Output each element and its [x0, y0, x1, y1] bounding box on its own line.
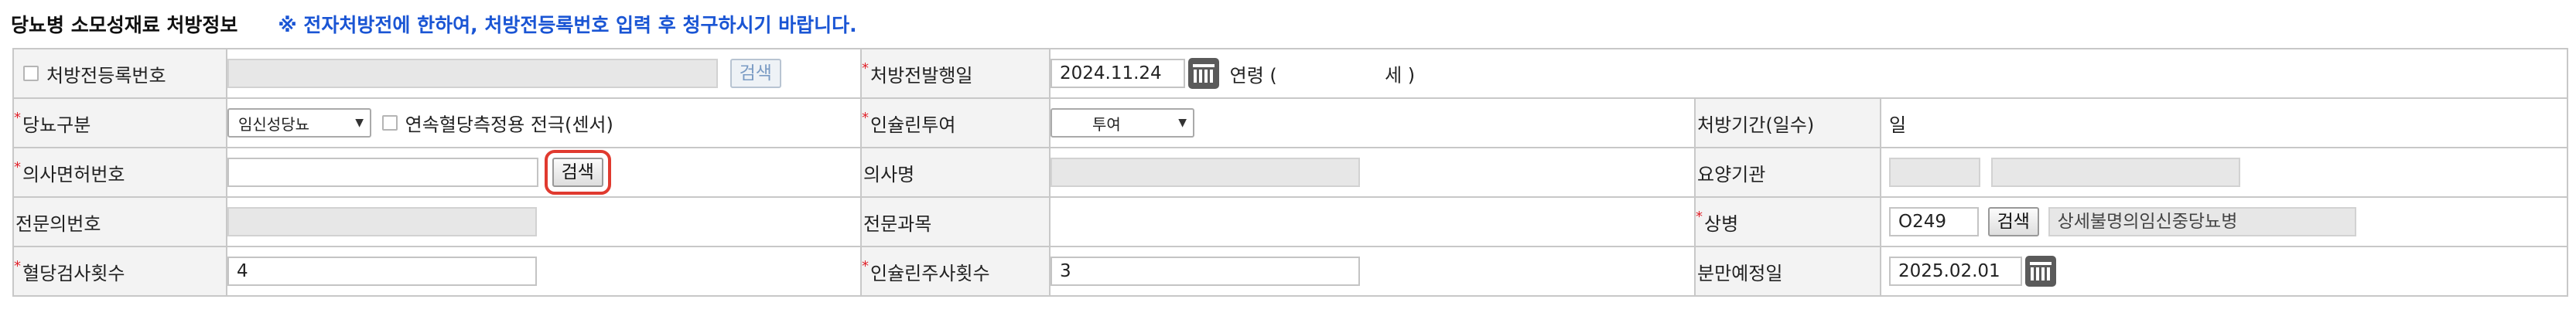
- required-mark: *: [862, 109, 869, 126]
- license-input[interactable]: [228, 158, 538, 187]
- institution-code-input: [1889, 158, 1980, 187]
- issue-date-label: 처방전발행일: [870, 64, 973, 87]
- chevron-down-icon: ▼: [355, 117, 364, 129]
- calendar-icon[interactable]: [2025, 256, 2056, 287]
- period-value-cell: 일: [1880, 97, 2568, 148]
- disease-label-cell: *상병: [1694, 196, 1881, 247]
- insulin-select[interactable]: 투여 ▼: [1051, 108, 1194, 138]
- insulin-label: 인슐린투여: [870, 114, 956, 136]
- diabetes-type-value-cell: 임신성당뇨 ▼ 연속혈당측정용 전극(센서): [226, 97, 862, 148]
- calendar-icon[interactable]: [1188, 58, 1219, 89]
- diabetes-type-select[interactable]: 임신성당뇨 ▼: [228, 108, 371, 138]
- issue-date-label-cell: *처방전발행일: [860, 48, 1051, 99]
- specialist-no-label-cell: 전문의번호: [12, 196, 227, 247]
- reg-no-input[interactable]: [228, 59, 718, 88]
- required-mark: *: [1696, 208, 1703, 225]
- disease-code-input[interactable]: O249: [1889, 207, 1979, 236]
- cgm-checkbox[interactable]: [381, 115, 398, 131]
- required-mark: *: [14, 257, 21, 274]
- period-unit: 일: [1889, 114, 1907, 136]
- license-value-cell: 검색: [226, 147, 862, 198]
- required-mark: *: [862, 60, 869, 76]
- diabetes-type-label-cell: *당뇨구분: [12, 97, 227, 148]
- institution-label-cell: 요양기관: [1694, 147, 1881, 198]
- specialty-value-cell: [1049, 196, 1696, 247]
- glucose-test-value-cell: 4: [226, 246, 862, 297]
- period-label-cell: 처방기간(일수): [1694, 97, 1881, 148]
- specialist-no-input: [228, 207, 537, 236]
- age-input[interactable]: [1283, 59, 1379, 88]
- insulin-injections-label-cell: *인슐린주사횟수: [860, 246, 1051, 297]
- required-mark: *: [14, 158, 21, 175]
- reg-no-label: 처방전등록번호: [46, 64, 166, 87]
- age-prefix: 연령 (: [1229, 64, 1277, 87]
- insulin-value-cell: 투여 ▼: [1049, 97, 1696, 148]
- reg-no-search-button[interactable]: 검색: [729, 59, 781, 88]
- insulin-injections-input[interactable]: 3: [1051, 257, 1360, 286]
- disease-value-cell: O249 검색 상세불명의임신중당뇨병: [1880, 196, 2568, 247]
- license-label: 의사면허번호: [22, 163, 125, 185]
- license-label-cell: *의사면허번호: [12, 147, 227, 198]
- diabetes-type-selected: 임신성당뇨: [238, 114, 309, 134]
- notice-text: ※ 전자처방전에 한하여, 처방전등록번호 입력 후 청구하시기 바랍니다.: [278, 14, 857, 36]
- prescription-form: 처방전등록번호 검색 *처방전발행일 2024.11.24 연령 ( 세 ) *…: [12, 48, 2568, 297]
- insulin-injections-value-cell: 3: [1049, 246, 1696, 297]
- disease-name-input: 상세불명의임신중당뇨병: [2048, 207, 2356, 236]
- insulin-label-cell: *인슐린투여: [860, 97, 1051, 148]
- due-date-value-cell: 2025.02.01: [1880, 246, 2568, 297]
- form-row-3: *의사면허번호 검색 의사명 요양기관: [12, 147, 2568, 198]
- diabetes-type-label: 당뇨구분: [22, 114, 91, 136]
- insulin-selected: 투여: [1092, 114, 1121, 134]
- disease-search-button[interactable]: 검색: [1987, 207, 2039, 236]
- due-date-label: 분만예정일: [1697, 262, 1783, 284]
- specialist-no-value-cell: [226, 196, 862, 247]
- page-title: 당뇨병 소모성재료 처방정보: [11, 14, 238, 36]
- required-mark: *: [862, 257, 869, 274]
- cgm-label: 연속혈당측정용 전극(센서): [405, 114, 613, 136]
- glucose-test-label: 혈당검사횟수: [22, 262, 125, 284]
- glucose-test-input[interactable]: 4: [228, 257, 537, 286]
- specialty-label: 전문과목: [863, 212, 932, 235]
- license-search-button[interactable]: 검색: [544, 150, 612, 195]
- page-header: 당뇨병 소모성재료 처방정보 ※ 전자처방전에 한하여, 처방전등록번호 입력 …: [11, 0, 857, 48]
- due-date-input[interactable]: 2025.02.01: [1889, 257, 2022, 286]
- doctor-name-input: [1051, 158, 1360, 187]
- institution-name-input: [1990, 158, 2240, 187]
- form-row-1: 처방전등록번호 검색 *처방전발행일 2024.11.24 연령 ( 세 ): [12, 48, 2568, 99]
- period-label: 처방기간(일수): [1697, 114, 1815, 136]
- due-date-label-cell: 분만예정일: [1694, 246, 1881, 297]
- reg-no-value-cell: 검색: [226, 48, 862, 99]
- doctor-name-label: 의사명: [863, 163, 915, 185]
- issue-date-value-cell: 2024.11.24 연령 ( 세 ): [1049, 48, 2568, 99]
- specialty-label-cell: 전문과목: [860, 196, 1051, 247]
- institution-label: 요양기관: [1697, 163, 1766, 185]
- disease-label: 상병: [1704, 212, 1739, 235]
- doctor-name-label-cell: 의사명: [860, 147, 1051, 198]
- reg-no-label-cell: 처방전등록번호: [12, 48, 227, 99]
- reg-no-checkbox[interactable]: [23, 66, 39, 81]
- form-row-4: 전문의번호 전문과목 *상병 O249 검색 상세불명의임신중당뇨병: [12, 196, 2568, 247]
- insulin-injections-label: 인슐린주사횟수: [870, 262, 990, 284]
- doctor-name-value-cell: [1049, 147, 1696, 198]
- specialist-no-label: 전문의번호: [15, 212, 101, 235]
- required-mark: *: [14, 109, 21, 126]
- institution-value-cell: [1880, 147, 2568, 198]
- form-row-2: *당뇨구분 임신성당뇨 ▼ 연속혈당측정용 전극(센서) *인슐린투여 투여 ▼…: [12, 97, 2568, 148]
- issue-date-input[interactable]: 2024.11.24: [1051, 59, 1185, 88]
- age-suffix: 세 ): [1385, 64, 1416, 87]
- chevron-down-icon: ▼: [1178, 117, 1187, 129]
- glucose-test-label-cell: *혈당검사횟수: [12, 246, 227, 297]
- form-row-5: *혈당검사횟수 4 *인슐린주사횟수 3 분만예정일 2025.02.01: [12, 246, 2568, 297]
